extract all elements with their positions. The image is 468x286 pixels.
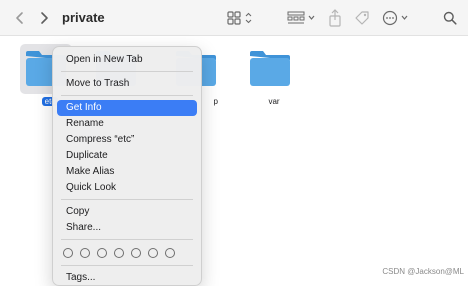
menu-separator [61,95,193,96]
more-actions-button[interactable] [382,8,412,28]
watermark: CSDN @Jackson@ML [382,267,464,276]
folder-var[interactable]: var [246,40,302,110]
tag-color-row [53,244,201,262]
menu-share[interactable]: Share... [57,220,197,236]
folder-label: p [213,97,218,106]
finder-toolbar: private [0,0,468,36]
menu-separator [61,239,193,240]
menu-open-in-new-tab[interactable]: Open in New Tab [57,52,197,68]
search-icon [443,11,457,25]
chevron-right-icon [41,12,48,24]
menu-make-alias[interactable]: Make Alias [57,164,197,180]
view-mode-button[interactable] [226,8,256,28]
group-by-icon [287,11,315,24]
grid-view-icon [227,11,252,25]
tag-color-dot[interactable] [114,248,124,258]
menu-get-info[interactable]: Get Info [57,100,197,116]
search-button[interactable] [440,8,460,28]
tag-button[interactable] [352,8,372,28]
window-title: private [62,10,105,25]
menu-separator [61,265,193,266]
tag-color-dot[interactable] [131,248,141,258]
forward-button[interactable] [34,8,54,28]
ellipsis-circle-icon [382,10,408,26]
group-by-button[interactable] [286,8,318,28]
tag-color-dot[interactable] [63,248,73,258]
menu-copy[interactable]: Copy [57,204,197,220]
folder-icon [248,48,300,92]
menu-move-to-trash[interactable]: Move to Trash [57,76,197,92]
share-icon [329,9,341,27]
menu-separator [61,71,193,72]
chevron-left-icon [16,12,23,24]
tag-icon [355,11,369,25]
menu-separator [61,199,193,200]
menu-rename[interactable]: Rename [57,116,197,132]
menu-quick-look[interactable]: Quick Look [57,180,197,196]
menu-compress[interactable]: Compress “etc” [57,132,197,148]
context-menu: Open in New Tab Move to Trash Get Info R… [52,46,202,286]
folder-label: var [268,97,280,106]
tag-color-dot[interactable] [148,248,158,258]
back-button[interactable] [10,8,30,28]
menu-duplicate[interactable]: Duplicate [57,148,197,164]
tag-color-dot[interactable] [80,248,90,258]
tag-color-dot[interactable] [165,248,175,258]
menu-tags[interactable]: Tags... [57,270,197,286]
tag-color-dot[interactable] [97,248,107,258]
share-button[interactable] [326,7,344,29]
